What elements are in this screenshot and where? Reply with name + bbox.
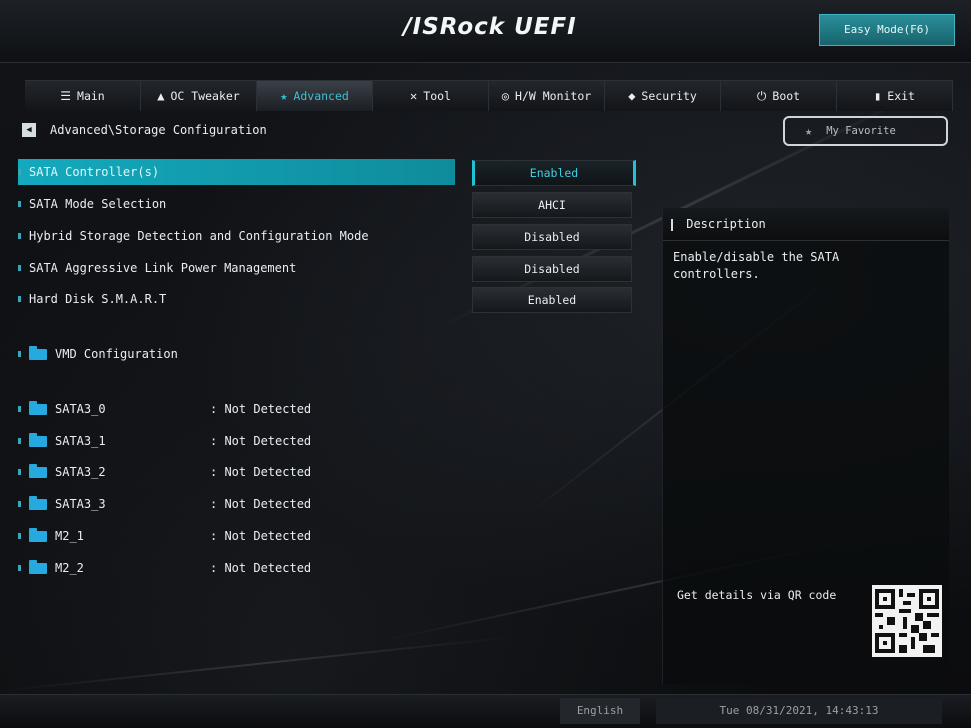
qr-label: Get details via QR code (677, 588, 837, 602)
row-marker (18, 406, 21, 412)
main-tabs: ☰ Main ▲ OC Tweaker ★ Advanced ✕ Tool ◎ H/W M… (25, 80, 953, 111)
exit-icon: ▮ (874, 89, 882, 103)
device-m2-1[interactable]: M2_1 : Not Detected (18, 523, 311, 549)
qr-code (872, 585, 942, 657)
tab-label: Boot (772, 89, 801, 103)
folder-icon (29, 527, 47, 542)
brand-logo: /ISRock UEFI (403, 14, 577, 40)
device-name: SATA3_0 (55, 402, 106, 416)
folder-icon (29, 400, 47, 415)
back-arrow-icon[interactable]: ◀ (22, 123, 36, 137)
device-m2-2[interactable]: M2_2 : Not Detected (18, 555, 311, 581)
value-hybrid-storage[interactable]: Disabled (472, 224, 632, 250)
setting-label: SATA Mode Selection (29, 197, 167, 211)
date-time: Tue 08/31/2021, 14:43:13 (656, 698, 942, 724)
description-text: Enable/disable the SATA controllers. (673, 250, 840, 281)
tab-advanced[interactable]: ★ Advanced (257, 81, 373, 111)
rocket-icon: ▲ (157, 89, 165, 103)
monitor-icon: ◎ (501, 89, 510, 103)
submenu-label: VMD Configuration (55, 347, 178, 361)
folder-icon (29, 463, 47, 478)
power-icon: ⏻ (756, 88, 767, 103)
folder-icon (29, 432, 47, 447)
device-name: M2_2 (55, 561, 84, 575)
device-sata3-0[interactable]: SATA3_0 : Not Detected (18, 396, 311, 422)
tab-hw-monitor[interactable]: ◎ H/W Monitor (489, 81, 605, 111)
language-button[interactable]: English (560, 698, 640, 724)
description-title: Description (686, 217, 766, 231)
description-header: Description (663, 208, 949, 241)
device-status: : Not Detected (210, 561, 312, 575)
folder-icon (29, 345, 47, 360)
tab-label: Advanced (293, 89, 349, 103)
value-sata-controllers[interactable]: Enabled (472, 160, 636, 186)
my-favorite-button[interactable]: ★ My Favorite (783, 116, 948, 146)
list-icon: ☰ (60, 89, 72, 103)
tab-label: OC Tweaker (170, 89, 240, 103)
setting-smart[interactable]: Hard Disk S.M.A.R.T (18, 286, 166, 312)
tools-icon: ✕ (410, 89, 418, 103)
header-bar (671, 218, 673, 231)
tab-label: Exit (887, 89, 915, 103)
row-marker (18, 565, 21, 571)
submenu-vmd-configuration[interactable]: VMD Configuration (18, 341, 178, 367)
decor-streak (0, 635, 518, 692)
row-marker (18, 296, 21, 302)
tab-label: Main (77, 89, 105, 103)
tab-oc-tweaker[interactable]: ▲ OC Tweaker (141, 81, 257, 111)
value-smart[interactable]: Enabled (472, 287, 632, 313)
device-name: SATA3_2 (55, 465, 106, 479)
setting-hybrid-storage[interactable]: Hybrid Storage Detection and Configurati… (18, 223, 369, 249)
row-marker (18, 533, 21, 539)
device-sata3-3[interactable]: SATA3_3 : Not Detected (18, 491, 311, 517)
setting-label: Hard Disk S.M.A.R.T (29, 292, 167, 306)
row-marker (18, 469, 21, 475)
setting-sata-mode[interactable]: SATA Mode Selection (18, 191, 166, 217)
setting-aggressive-link[interactable]: SATA Aggressive Link Power Management (18, 255, 296, 281)
device-name: SATA3_1 (55, 434, 106, 448)
row-marker (18, 501, 21, 507)
star-icon: ★ (280, 89, 288, 103)
folder-icon (29, 559, 47, 574)
my-favorite-label: My Favorite (826, 125, 896, 137)
tab-exit[interactable]: ▮ Exit (837, 81, 953, 111)
row-marker (18, 438, 21, 444)
value-sata-mode[interactable]: AHCI (472, 192, 632, 218)
tab-security[interactable]: ◆ Security (605, 81, 721, 111)
tab-label: Tool (423, 89, 451, 103)
uefi-screen: /ISRock UEFI Easy Mode(F6) ☰ Main ▲ OC Twe… (0, 0, 971, 728)
device-name: M2_1 (55, 529, 84, 543)
device-status: : Not Detected (210, 434, 312, 448)
setting-label: Hybrid Storage Detection and Configurati… (29, 229, 369, 243)
row-marker (18, 201, 21, 207)
shield-icon: ◆ (628, 89, 636, 103)
qr-code-icon (875, 589, 939, 653)
tab-label: Security (641, 89, 697, 103)
device-sata3-2[interactable]: SATA3_2 : Not Detected (18, 459, 311, 485)
breadcrumb-path: Advanced\Storage Configuration (50, 123, 267, 137)
row-marker (18, 233, 21, 239)
row-marker (18, 169, 21, 175)
device-name: SATA3_3 (55, 497, 106, 511)
setting-label: SATA Aggressive Link Power Management (29, 261, 297, 275)
top-bar: /ISRock UEFI Easy Mode(F6) (0, 0, 971, 63)
tab-label: H/W Monitor (515, 89, 592, 103)
setting-sata-controllers[interactable]: SATA Controller(s) (18, 159, 455, 185)
row-marker (18, 351, 21, 357)
tab-tool[interactable]: ✕ Tool (373, 81, 489, 111)
device-status: : Not Detected (210, 529, 312, 543)
device-status: : Not Detected (210, 497, 312, 511)
row-marker (18, 265, 21, 271)
setting-label: SATA Controller(s) (29, 165, 160, 179)
tab-boot[interactable]: ⏻ Boot (721, 81, 837, 111)
easy-mode-button[interactable]: Easy Mode(F6) (819, 14, 955, 46)
device-sata3-1[interactable]: SATA3_1 : Not Detected (18, 428, 311, 454)
folder-icon (29, 495, 47, 510)
breadcrumb: ◀ Advanced\Storage Configuration (22, 122, 267, 138)
device-status: : Not Detected (210, 402, 312, 416)
value-aggressive-link[interactable]: Disabled (472, 256, 632, 282)
device-status: : Not Detected (210, 465, 312, 479)
tab-main[interactable]: ☰ Main (25, 81, 141, 111)
star-icon: ★ (805, 124, 813, 138)
